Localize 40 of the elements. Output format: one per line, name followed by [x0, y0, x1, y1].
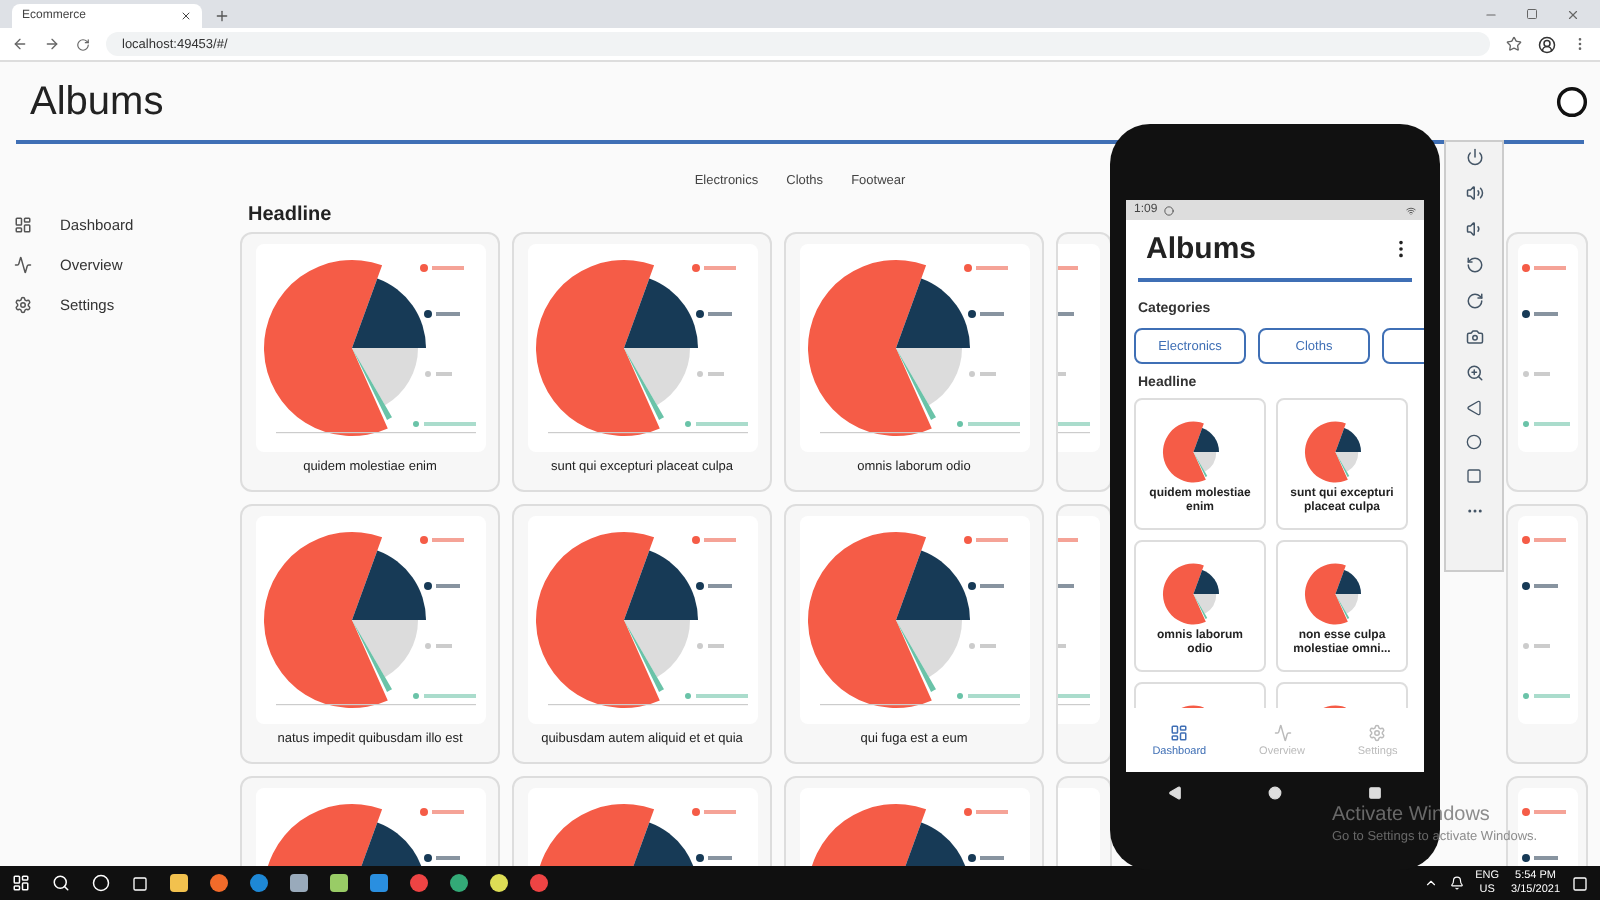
profile-icon[interactable] — [1538, 35, 1556, 53]
app-icon[interactable] — [210, 874, 228, 892]
status-icon — [1163, 205, 1174, 215]
settings-icon — [14, 295, 32, 313]
star-icon[interactable] — [1506, 36, 1522, 52]
album-card[interactable] — [1056, 504, 1112, 764]
pulse-icon — [1273, 723, 1291, 741]
chevron-icon[interactable] — [1423, 876, 1438, 890]
tray-icon[interactable] — [1449, 876, 1464, 890]
settings-icon — [1368, 723, 1387, 741]
volume-down-icon[interactable] — [1465, 220, 1483, 238]
maximize-icon[interactable] — [1526, 8, 1538, 20]
reload-icon[interactable] — [76, 37, 90, 51]
album-card[interactable] — [1056, 232, 1112, 492]
rotate-left-icon[interactable] — [1465, 256, 1483, 274]
zoom-icon[interactable] — [1465, 364, 1483, 382]
new-tab-icon[interactable] — [214, 8, 230, 24]
power-icon[interactable] — [1465, 148, 1483, 166]
pulse-icon — [14, 255, 32, 273]
page-title: Albums — [30, 79, 164, 125]
volume-up-icon[interactable] — [1465, 184, 1483, 202]
forward-icon[interactable] — [44, 36, 60, 52]
home-icon[interactable] — [1466, 434, 1482, 450]
notification-icon[interactable] — [1572, 875, 1588, 891]
wifi-icon — [1406, 205, 1416, 215]
close-icon[interactable] — [180, 10, 192, 22]
app-title: Albums — [1146, 232, 1257, 266]
start-icon[interactable] — [12, 874, 30, 892]
search-icon[interactable] — [52, 874, 70, 892]
task-view-icon[interactable] — [132, 875, 148, 891]
camera-icon[interactable] — [1465, 328, 1483, 346]
dashboard-icon — [14, 215, 32, 233]
folder-icon[interactable] — [170, 874, 188, 892]
dashboard-icon — [1170, 723, 1189, 741]
section-heading: Headline — [248, 204, 332, 226]
app-icon[interactable] — [450, 874, 468, 892]
app-icon[interactable] — [490, 874, 508, 892]
close-icon[interactable] — [1566, 7, 1580, 21]
back-icon[interactable] — [1466, 400, 1482, 416]
rotate-right-icon[interactable] — [1465, 292, 1483, 310]
